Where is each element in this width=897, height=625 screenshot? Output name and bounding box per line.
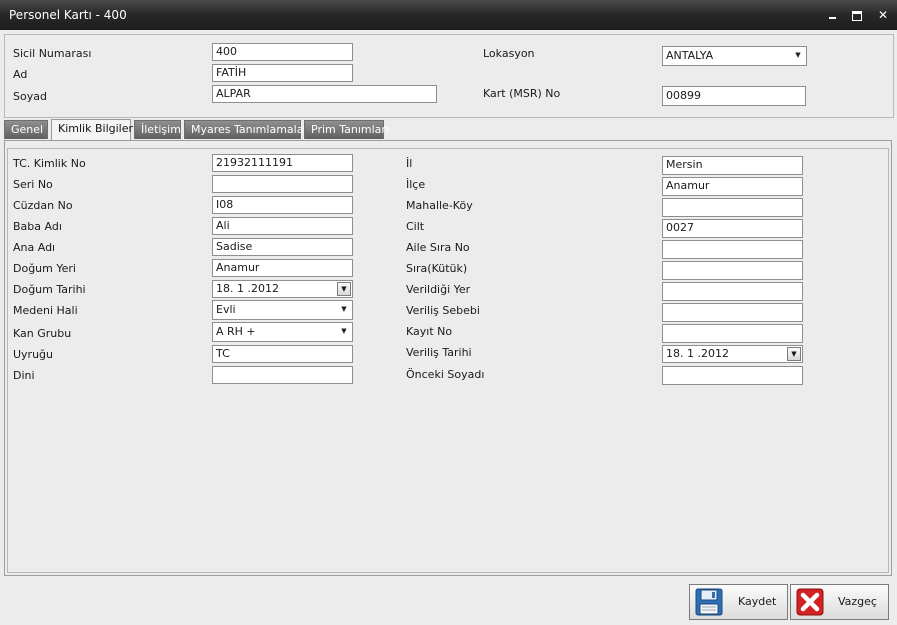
kart-label: Kart (MSR) No <box>483 87 561 100</box>
kayit-no-label: Kayıt No <box>406 325 453 338</box>
ana-adi-label: Ana Adı <box>13 241 56 254</box>
cancel-button[interactable]: Vazgeç <box>790 584 889 620</box>
uyrugu-input[interactable]: TC <box>212 345 353 363</box>
calendar-dropdown-icon[interactable]: ▼ <box>787 347 801 361</box>
baba-adi-label: Baba Adı <box>13 220 62 233</box>
ilce-label: İlçe <box>406 178 426 191</box>
cilt-input[interactable]: 0027 <box>662 219 803 238</box>
dogum-yeri-label: Doğum Yeri <box>13 262 76 275</box>
chevron-down-icon: ▼ <box>795 51 801 59</box>
sicil-label: Sicil Numarası <box>13 47 92 60</box>
lokasyon-label: Lokasyon <box>483 47 535 60</box>
title-bar[interactable]: Personel Kartı - 400 ✕ <box>0 0 897 30</box>
personnel-card-window: Personel Kartı - 400 ✕ Sicil Numarası 40… <box>0 0 897 625</box>
dini-label: Dini <box>13 369 35 382</box>
close-button[interactable]: ✕ <box>874 6 892 24</box>
verilis-sebebi-input[interactable] <box>662 303 803 322</box>
red-x-icon <box>795 587 825 617</box>
sira-kutuk-input[interactable] <box>662 261 803 280</box>
lokasyon-value: ANTALYA <box>666 49 714 62</box>
tab-iletisim[interactable]: İletişim <box>134 120 181 139</box>
verilis-sebebi-label: Veriliş Sebebi <box>406 304 480 317</box>
lokasyon-select[interactable]: ANTALYA ▼ <box>662 46 807 66</box>
dogum-tarihi-value: 18. 1 .2012 <box>216 282 279 295</box>
onceki-soyadi-label: Önceki Soyadı <box>406 368 485 381</box>
ana-adi-input[interactable]: Sadise <box>212 238 353 256</box>
minimize-icon <box>829 17 836 19</box>
il-input[interactable]: Mersin <box>662 156 803 175</box>
cilt-label: Cilt <box>406 220 425 233</box>
verildigi-yer-input[interactable] <box>662 282 803 301</box>
dogum-tarihi-label: Doğum Tarihi <box>13 283 86 296</box>
kan-grubu-select[interactable]: A RH + ▼ <box>212 322 353 342</box>
medeni-hali-value: Evli <box>216 303 236 316</box>
chevron-down-icon: ▼ <box>341 327 347 335</box>
minimize-button[interactable] <box>824 6 842 24</box>
dogum-tarihi-picker[interactable]: 18. 1 .2012 ▼ <box>212 280 353 298</box>
tab-kimlik-bilgileri[interactable]: Kimlik Bilgileri <box>51 119 136 140</box>
kan-grubu-value: A RH + <box>216 325 256 338</box>
maximize-button[interactable] <box>848 6 866 24</box>
mahalle-koy-input[interactable] <box>662 198 803 217</box>
tab-myares-tanimlamalari[interactable]: Myares Tanımlamaları <box>184 120 311 139</box>
verildigi-yer-label: Verildiği Yer <box>406 283 471 296</box>
aile-sira-no-label: Aile Sıra No <box>406 241 470 254</box>
onceki-soyadi-input[interactable] <box>662 366 803 385</box>
uyrugu-label: Uyruğu <box>13 348 54 361</box>
cuzdan-no-input[interactable]: I08 <box>212 196 353 214</box>
sicil-input[interactable]: 400 <box>212 43 353 61</box>
baba-adi-input[interactable]: Ali <box>212 217 353 235</box>
floppy-disk-icon <box>694 587 724 617</box>
ad-input[interactable]: FATİH <box>212 64 353 82</box>
aile-sira-no-input[interactable] <box>662 240 803 259</box>
ad-label: Ad <box>13 68 28 81</box>
kart-input[interactable]: 00899 <box>662 86 806 106</box>
tc-kimlik-label: TC. Kimlik No <box>13 157 86 170</box>
tc-kimlik-input[interactable]: 21932111191 <box>212 154 353 172</box>
calendar-dropdown-icon[interactable]: ▼ <box>337 282 351 296</box>
save-button[interactable]: Kaydet <box>689 584 788 620</box>
verilis-tarihi-value: 18. 1 .2012 <box>666 347 729 360</box>
cuzdan-no-label: Cüzdan No <box>13 199 73 212</box>
cancel-label: Vazgeç <box>838 595 877 608</box>
seri-no-input[interactable] <box>212 175 353 193</box>
medeni-hali-label: Medeni Hali <box>13 304 78 317</box>
mahalle-koy-label: Mahalle-Köy <box>406 199 473 212</box>
kayit-no-input[interactable] <box>662 324 803 343</box>
tab-prim-tanimlari[interactable]: Prim Tanımları <box>304 120 389 139</box>
soyad-label: Soyad <box>13 90 47 103</box>
medeni-hali-select[interactable]: Evli ▼ <box>212 300 353 320</box>
seri-no-label: Seri No <box>13 178 53 191</box>
verilis-tarihi-picker[interactable]: 18. 1 .2012 ▼ <box>662 345 803 363</box>
tab-genel[interactable]: Genel <box>4 120 48 139</box>
close-icon: ✕ <box>877 8 889 22</box>
soyad-input[interactable]: ALPAR <box>212 85 437 103</box>
verilis-tarihi-label: Veriliş Tarihi <box>406 346 472 359</box>
chevron-down-icon: ▼ <box>341 305 347 313</box>
dogum-yeri-input[interactable]: Anamur <box>212 259 353 277</box>
ilce-input[interactable]: Anamur <box>662 177 803 196</box>
maximize-icon <box>852 11 862 21</box>
save-label: Kaydet <box>738 595 777 608</box>
il-label: İl <box>406 157 413 170</box>
window-title: Personel Kartı - 400 <box>9 8 127 22</box>
kan-grubu-label: Kan Grubu <box>13 327 72 340</box>
sira-kutuk-label: Sıra(Kütük) <box>406 262 468 275</box>
dini-input[interactable] <box>212 366 353 384</box>
